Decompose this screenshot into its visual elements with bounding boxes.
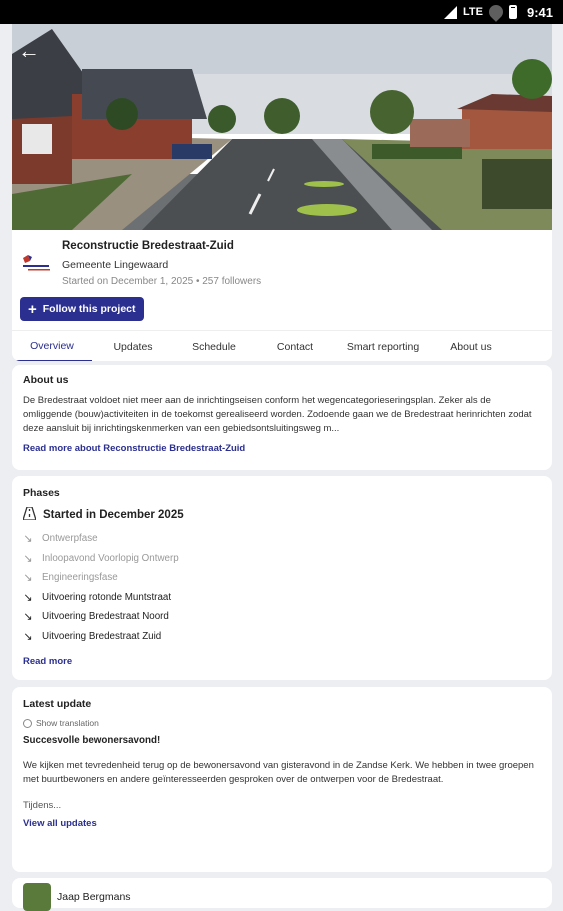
arrow-down-right-icon: ↘ [23, 533, 33, 546]
show-translation-label: Show translation [36, 718, 99, 728]
current-phase: Started in December 2025 [22, 506, 541, 523]
arrow-down-right-icon: ↘ [23, 552, 33, 565]
project-tabs: Overview Updates Schedule Contact Smart … [12, 330, 552, 361]
phase-list: ↘ Ontwerpfase ↘ Inloopavond Voorlopig Ontw… [23, 529, 541, 646]
tab-updates[interactable]: Updates [92, 331, 174, 361]
battery-icon [508, 5, 517, 19]
tab-overview[interactable]: Overview [12, 331, 92, 361]
project-title: Reconstructie Bredestraat-Zuid [62, 240, 234, 252]
tab-schedule[interactable]: Schedule [174, 331, 254, 361]
phase-item: ↘ Uitvoering Bredestraat Noord [23, 607, 541, 627]
phase-label: Engineeringsfase [42, 572, 118, 584]
current-phase-label: Started in December 2025 [43, 509, 184, 521]
network-type: LTE [463, 6, 483, 18]
phase-item: ↘ Uitvoering rotonde Muntstraat [23, 588, 541, 608]
road-icon [22, 506, 37, 523]
follow-label: Follow this project [42, 303, 136, 315]
about-text: De Bredestraat voldoet niet meer aan de … [23, 395, 532, 434]
phase-label: Uitvoering Bredestraat Zuid [42, 630, 162, 642]
status-bar: LTE 9:41 [0, 0, 563, 24]
signal-icon [444, 5, 457, 19]
read-more-about-link[interactable]: Read more about Reconstructie Bredestraa… [23, 443, 541, 454]
author-name: Jaap Bergmans [57, 891, 131, 903]
phases-heading: Phases [23, 487, 60, 499]
arrow-down-right-icon: ↘ [23, 630, 33, 643]
update-excerpt: Tijdens... [23, 800, 62, 811]
phase-label: Inloopavond Voorlopig Ontwerp [42, 552, 179, 564]
translate-icon [23, 718, 32, 728]
plus-icon: + [28, 300, 37, 318]
update-title: Succesvolle bewonersavond! [23, 735, 161, 746]
author-card: Jaap Bergmans [12, 878, 552, 911]
organization-name[interactable]: Gemeente Lingewaard [62, 259, 168, 271]
view-all-updates-link[interactable]: View all updates [23, 818, 541, 829]
wifi-icon [486, 2, 506, 22]
project-meta: Started on December 1, 2025 • 257 follow… [62, 276, 262, 287]
arrow-down-right-icon: ↘ [23, 611, 33, 624]
phase-label: Ontwerpfase [42, 533, 98, 545]
phases-card: Phases Started in December 2025 ↘ Ontwerp… [12, 476, 552, 680]
phase-item: ↘ Inloopavond Voorlopig Ontwerp [23, 549, 541, 569]
project-header-card: ← Reconstructie Bredestraat-Zuid Gemeent… [12, 24, 552, 361]
about-card: About us De Bredestraat voldoet niet mee… [12, 365, 552, 470]
about-heading: About us [23, 374, 69, 386]
update-body: We kijken met tevredenheid terug op de b… [23, 760, 534, 785]
follow-project-button[interactable]: + Follow this project [20, 297, 144, 321]
clock: 9:41 [526, 4, 553, 20]
latest-update-card: Latest update Show translation Succesvol… [12, 687, 552, 872]
tab-contact[interactable]: Contact [254, 331, 336, 361]
phase-item: ↘ Ontwerpfase [23, 529, 541, 549]
phase-label: Uitvoering rotonde Muntstraat [42, 591, 172, 603]
phase-item: ↘ Engineeringsfase [23, 568, 541, 588]
tab-about-us[interactable]: About us [430, 331, 512, 361]
tab-smart-reporting[interactable]: Smart reporting [336, 331, 430, 361]
project-hero-image: ← [12, 24, 552, 230]
organization-logo [20, 254, 54, 276]
avatar [23, 883, 51, 911]
phase-item: ↘ Uitvoering Bredestraat Zuid [23, 627, 541, 647]
latest-update-heading: Latest update [23, 698, 92, 710]
back-arrow-icon[interactable]: ← [18, 38, 40, 64]
phase-label: Uitvoering Bredestraat Noord [42, 611, 169, 623]
arrow-down-right-icon: ↘ [23, 572, 33, 585]
phases-read-more-link[interactable]: Read more [23, 656, 541, 667]
arrow-down-right-icon: ↘ [23, 591, 33, 604]
show-translation-button[interactable]: Show translation [23, 718, 541, 728]
